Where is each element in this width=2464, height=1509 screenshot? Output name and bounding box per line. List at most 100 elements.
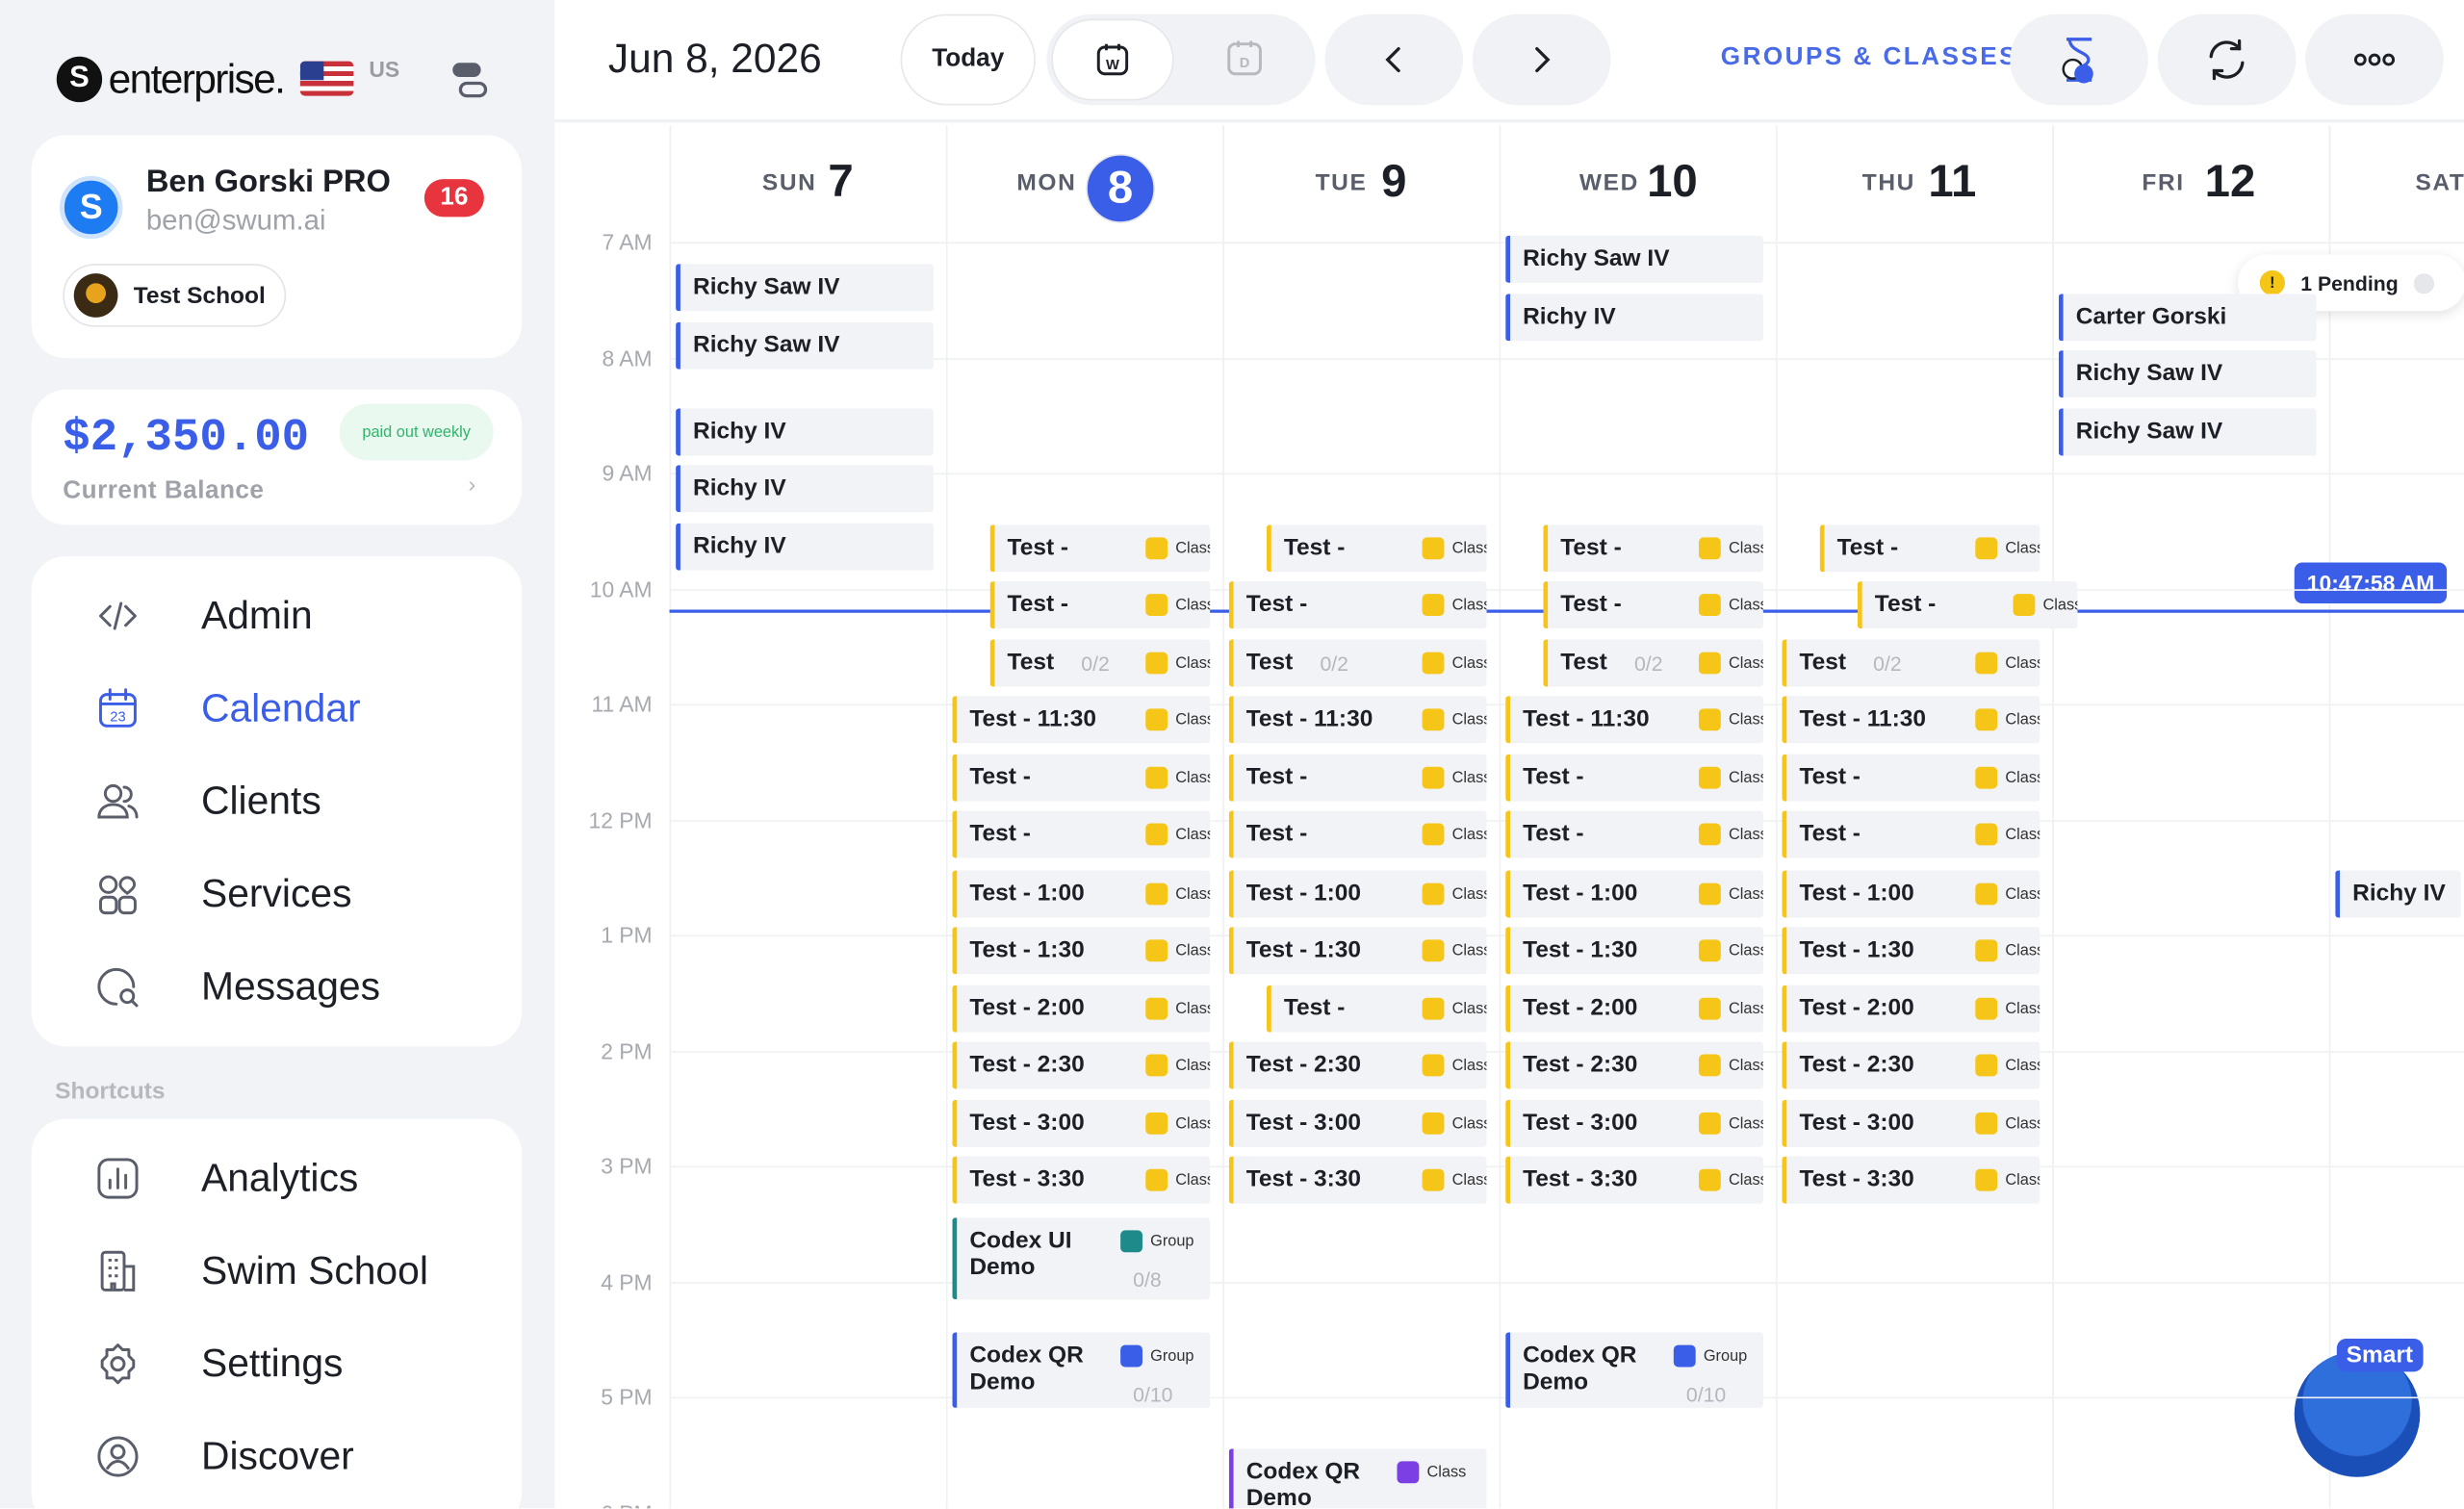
calendar-event[interactable]: ⟳Test -Class	[989, 524, 1211, 573]
calendar-event[interactable]: Test - 2:30 Class	[1782, 1041, 2040, 1089]
calendar-event[interactable]: Test - 3:00 Class	[1782, 1099, 2040, 1147]
calendar-event[interactable]: Test - 2:30 Class	[952, 1041, 1211, 1089]
day-header-sun[interactable]: SUN 7	[669, 125, 946, 243]
chevron-right-icon[interactable]: ›	[469, 472, 476, 497]
calendar-event[interactable]: Test 0/2 Class	[1228, 639, 1487, 687]
calendar-event[interactable]: ⟳Test0/2Class	[989, 639, 1211, 687]
calendar-event[interactable]: Test - 1:30 Class	[1782, 927, 2040, 975]
calendar-event[interactable]: ⟳Test -Class	[1819, 524, 2040, 573]
close-icon[interactable]	[2414, 272, 2435, 294]
nav-calendar[interactable]: 23 Calendar	[32, 668, 522, 750]
nav-swim-school[interactable]: Swim School	[32, 1230, 522, 1312]
more-button[interactable]	[2305, 13, 2444, 106]
calendar-event[interactable]: Test - 2:00 Class	[952, 985, 1211, 1033]
calendar-event[interactable]: Test - 2:30 Class	[1505, 1041, 1763, 1089]
calendar-event[interactable]: Richy IV	[676, 523, 934, 571]
calendar-event[interactable]: Test - Class	[1782, 810, 2040, 858]
smart-label[interactable]: Smart	[2336, 1339, 2423, 1372]
calendar-event[interactable]: Test 0/2 Class	[1782, 639, 2040, 687]
calendar-event[interactable]: Test - 11:30 Class	[952, 696, 1211, 744]
calendar-event[interactable]: Test - 3:00 Class	[1228, 1099, 1487, 1147]
day-header-mon[interactable]: MON 8	[945, 125, 1222, 243]
calendar-event[interactable]: Richy Saw IV	[676, 264, 934, 312]
week-view-button[interactable]: W	[1051, 18, 1174, 101]
calendar-event[interactable]: Codex UI Demo Group 0/8	[952, 1217, 1211, 1300]
nav-messages[interactable]: Messages	[32, 946, 522, 1028]
calendar-event[interactable]: Test - 3:00 Class	[1505, 1099, 1763, 1147]
waitlist-button[interactable]	[2010, 13, 2148, 106]
nav-settings[interactable]: Settings	[32, 1323, 522, 1405]
day-header-sat[interactable]: SAT	[2328, 125, 2464, 243]
calendar-event[interactable]: Test - Class	[1228, 754, 1487, 802]
balance-card[interactable]: $2,350.00 paid out weekly Current Balanc…	[31, 389, 523, 525]
calendar-event[interactable]: Test - Class	[1228, 581, 1487, 629]
calendar-event[interactable]: Test - Class	[1505, 754, 1763, 802]
calendar-event[interactable]: Richy Saw IV	[2058, 408, 2317, 456]
calendar-day-icon[interactable]: D	[1226, 39, 1264, 77]
calendar-event[interactable]: Test - 3:30 Class	[952, 1156, 1211, 1204]
day-header-wed[interactable]: WED 10	[1499, 125, 1776, 243]
nav-clients[interactable]: Clients	[32, 760, 522, 842]
calendar-event[interactable]: Codex QR Demo Group 0/10	[952, 1332, 1211, 1408]
calendar-event[interactable]: Test - Class	[952, 810, 1211, 858]
calendar-event[interactable]: Test - 1:30 Class	[1228, 927, 1487, 975]
calendar-event[interactable]: Test - Class	[1228, 810, 1487, 858]
calendar-event[interactable]: Test - 11:30 Class	[1782, 696, 2040, 744]
groups-classes-link[interactable]: GROUPS & CLASSES	[1721, 44, 2018, 72]
calendar-event[interactable]: Test - 3:30 Class	[1505, 1156, 1763, 1204]
calendar-event[interactable]: Richy IV	[1505, 294, 1763, 342]
nav-discover[interactable]: Discover	[32, 1416, 522, 1497]
day-header-tue[interactable]: TUE 9	[1222, 125, 1499, 243]
calendar-event[interactable]: Richy IV	[676, 408, 934, 456]
calendar-event[interactable]: Test - 3:00 Class	[952, 1099, 1211, 1147]
nav-services[interactable]: Services	[32, 854, 522, 935]
calendar-event[interactable]: Richy Saw IV	[2058, 350, 2317, 398]
calendar-event[interactable]: Test - 2:30 Class	[1228, 1041, 1487, 1089]
calendar-event[interactable]: Test - 3:30 Class	[1228, 1156, 1487, 1204]
calendar-event[interactable]: Test - 11:30 Class	[1228, 696, 1487, 744]
calendar-event[interactable]: Richy IV	[2335, 870, 2461, 918]
nav-admin[interactable]: Admin	[32, 575, 522, 657]
calendar-event[interactable]: ⟳Test -Class	[1543, 581, 1763, 629]
previous-week-button[interactable]	[1324, 13, 1464, 106]
school-selector[interactable]: Test School	[63, 264, 286, 327]
calendar-event[interactable]: Codex QR Demo Class	[1228, 1448, 1487, 1509]
profile-card[interactable]: S Ben Gorski PRO ben@swum.ai 16 Test Sch…	[31, 135, 523, 359]
sync-button[interactable]	[2157, 13, 2297, 106]
calendar-event[interactable]: Richy IV	[676, 465, 934, 513]
calendar-event[interactable]: ⟳Test -Class	[1266, 524, 1487, 573]
calendar-event[interactable]: ⟳Test -Class	[989, 581, 1211, 629]
week-calendar-grid[interactable]: SUN 7 MON 8 TUE 9 WED 10 THU 11 FRI 12 SAT ! 1 …	[554, 125, 2464, 1509]
calendar-event[interactable]: ⟳Test -Class	[1266, 985, 1487, 1033]
brand[interactable]: S enterprise. US	[56, 54, 399, 104]
calendar-event[interactable]: ⟳Test -Class	[1543, 524, 1763, 573]
avatar[interactable]: S	[60, 175, 123, 240]
today-button[interactable]: Today	[900, 13, 1036, 106]
day-header-fri[interactable]: FRI 12	[2052, 125, 2328, 243]
calendar-event[interactable]: Test - Class	[1505, 810, 1763, 858]
calendar-event[interactable]: Test - 11:30 Class	[1505, 696, 1763, 744]
calendar-event[interactable]: Test - 1:00 Class	[1505, 870, 1763, 918]
calendar-event[interactable]: Test - 1:30 Class	[952, 927, 1211, 975]
calendar-event[interactable]: Test - 1:00 Class	[1228, 870, 1487, 918]
next-week-button[interactable]	[1472, 13, 1611, 106]
calendar-event[interactable]: Test - 2:00 Class	[1782, 985, 2040, 1033]
calendar-event[interactable]: Test - Class	[1857, 581, 2078, 629]
sidebar-toggle-icon[interactable]	[449, 63, 490, 100]
calendar-event[interactable]: Test - Class	[952, 754, 1211, 802]
calendar-event[interactable]: Test - 2:00 Class	[1505, 985, 1763, 1033]
calendar-event[interactable]: Test - 1:00 Class	[952, 870, 1211, 918]
calendar-event[interactable]: Test - 1:30 Class	[1505, 927, 1763, 975]
day-header-thu[interactable]: THU 11	[1775, 125, 2052, 243]
notification-badge[interactable]: 16	[424, 179, 484, 217]
us-flag-icon[interactable]	[299, 61, 354, 96]
calendar-event[interactable]: Test - Class	[1782, 754, 2040, 802]
calendar-event[interactable]: Codex QR Demo Group 0/10	[1505, 1332, 1763, 1408]
calendar-event[interactable]: Richy Saw IV	[1505, 235, 1763, 283]
nav-analytics[interactable]: Analytics	[32, 1138, 522, 1219]
calendar-event[interactable]: ⟳Test0/2Class	[1543, 639, 1763, 687]
calendar-event[interactable]: Test - 3:30 Class	[1782, 1156, 2040, 1204]
calendar-event[interactable]: Richy Saw IV	[676, 321, 934, 370]
calendar-event[interactable]: Test - 1:00 Class	[1782, 870, 2040, 918]
calendar-event[interactable]: Carter Gorski	[2058, 294, 2317, 342]
